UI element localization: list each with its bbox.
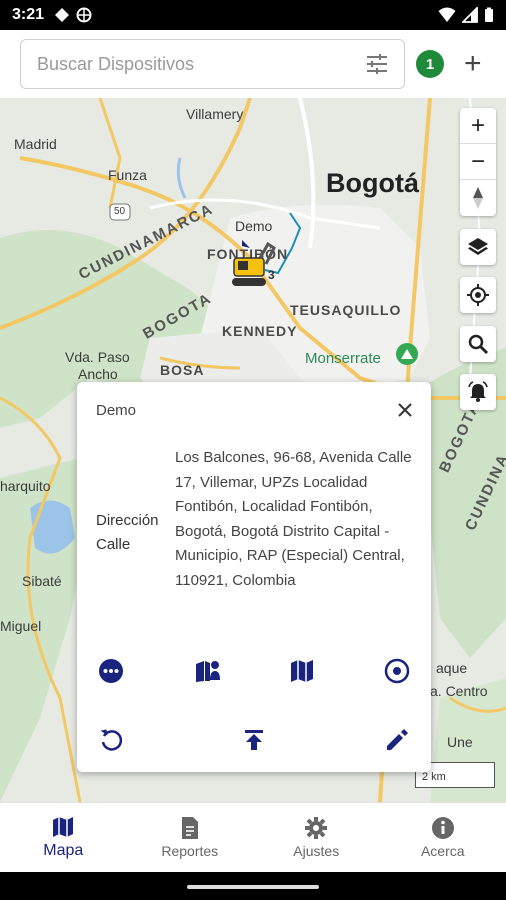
nav-label-ajustes: Ajustes [293,843,340,859]
notification-diamond-icon [55,8,70,22]
popup-close-button[interactable] [397,398,413,424]
marker-number: 3 [268,268,275,282]
person-pin-map-icon [196,661,220,682]
track-device-button[interactable] [382,656,412,686]
map-label-monserrate: Monserrate [305,350,381,367]
compass-icon [473,187,483,209]
popup-title: Demo [96,402,137,419]
map-icon [53,817,74,837]
map-label-centro: a. Centro [430,683,488,699]
map-label-sibate: Sibaté [22,573,62,589]
excavator-icon [232,240,276,286]
map-label-funza: Funza [108,167,147,183]
nav-label-mapa: Mapa [43,842,84,859]
map-label-teusaquillo: TEUSAQUILLO [290,302,402,318]
map-label-une: Une [447,734,473,750]
home-gesture-handle[interactable] [187,885,319,889]
gesture-bar [0,872,506,900]
my-location-button[interactable] [460,277,496,313]
gear-icon [305,817,328,839]
map-icon [291,660,313,682]
nav-item-acerca[interactable]: Acerca [380,803,506,872]
device-marker[interactable]: 3 [230,238,278,290]
status-time: 3:21 [12,6,45,23]
nav-label-acerca: Acerca [420,843,465,859]
replay-icon [100,729,123,751]
bottom-navigation: Mapa Reportes Ajustes Acerca [0,802,506,872]
address-value: Los Balcones, 96-68, Avenida Calle 17, V… [175,449,412,589]
zoom-out-button[interactable]: − [460,144,496,180]
status-bar: 3:21 [0,0,506,30]
search-box[interactable] [20,39,405,89]
address-label: Dirección Calle [96,512,159,553]
map-label-vaque: aque [436,660,468,676]
person-location-button[interactable] [192,656,222,686]
top-bar: 1 + [0,30,506,98]
map-label-miguel: Miguel [0,618,42,634]
info-icon [431,817,454,839]
nav-item-mapa[interactable]: Mapa [0,803,127,872]
layers-button[interactable] [460,229,496,265]
device-info-popup: Demo Dirección Calle Los Balcones, 96-68… [77,382,431,772]
zoom-controls: + − [460,108,496,216]
battery-icon [485,7,493,22]
map-label-vda-paso: Vda. Paso [65,349,130,365]
target-icon [384,658,410,684]
nav-item-reportes[interactable]: Reportes [127,803,254,872]
more-options-button[interactable] [96,656,126,686]
gps-target-icon [467,284,489,306]
nav-item-ajustes[interactable]: Ajustes [253,803,380,872]
filter-tune-icon[interactable] [366,54,388,74]
map-label-route-50: 50 [114,206,126,217]
signal-icon [462,7,478,23]
nav-label-reportes: Reportes [161,843,219,859]
add-device-button[interactable]: + [464,49,482,79]
zoom-in-button[interactable]: + [460,108,496,144]
compass-button[interactable] [460,180,496,216]
layers-icon [468,238,488,255]
search-icon [468,334,489,355]
map-label-bogota: Bogotá [326,168,419,198]
alarm-button[interactable] [460,374,496,410]
map-label-villamery: Villamery [186,106,244,122]
alarm-bell-icon [468,381,488,402]
wifi-icon [438,7,456,22]
close-icon [398,403,412,417]
map-label-ancho: Ancho [78,366,118,382]
device-count-badge[interactable]: 1 [416,50,444,78]
history-replay-button[interactable] [96,725,126,755]
vpn-globe-icon [76,7,92,23]
map-label-demo: Demo [235,218,273,234]
more-horiz-icon [99,659,123,683]
map-view-button[interactable] [287,656,317,686]
map-label-madrid: Madrid [14,136,57,152]
search-input[interactable] [37,53,366,75]
publish-icon [245,730,263,750]
map-label-bosa: BOSA [160,362,205,378]
upload-command-button[interactable] [239,725,269,755]
report-icon [181,817,198,839]
map-search-button[interactable] [460,326,496,362]
edit-device-button[interactable] [382,725,412,755]
map-label-charquito: harquito [0,478,51,494]
edit-pencil-icon [387,729,408,750]
map-label-kennedy: KENNEDY [222,323,298,339]
